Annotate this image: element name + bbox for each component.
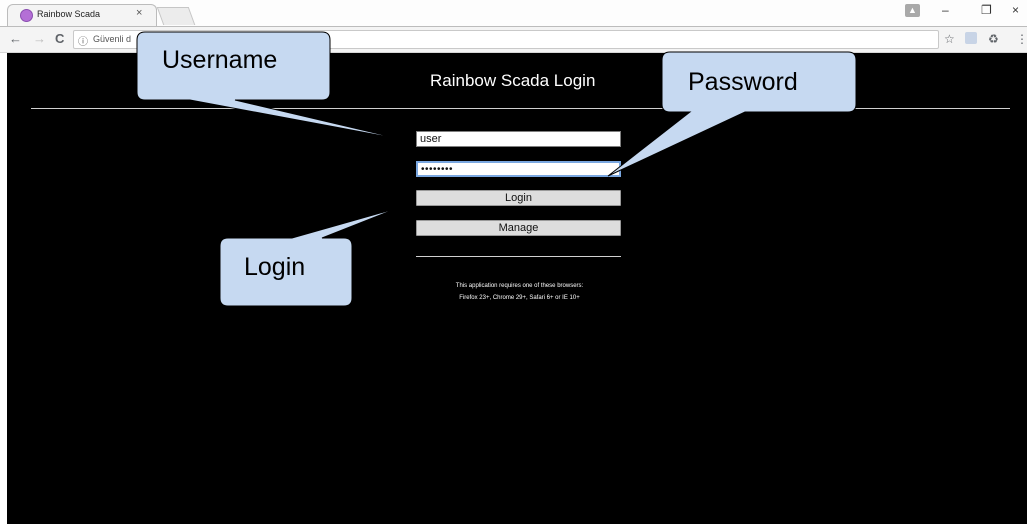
info-icon[interactable]: ⓘ bbox=[78, 33, 88, 48]
new-tab-button[interactable] bbox=[156, 7, 196, 25]
reload-icon[interactable]: C bbox=[55, 31, 64, 46]
recycle-extension-icon[interactable]: ♻ bbox=[988, 32, 999, 46]
password-input[interactable] bbox=[416, 161, 621, 177]
profile-icon[interactable]: ▲ bbox=[905, 4, 920, 17]
login-callout-label: Login bbox=[244, 253, 306, 281]
browser-toolbar: ← → C ⓘ Güvenli d ☆ ♻ ⋮ bbox=[0, 27, 1027, 53]
restore-icon[interactable]: ❐ bbox=[981, 3, 992, 17]
browser-version-text: Firefox 23+, Chrome 29+, Safari 6+ or IE… bbox=[459, 295, 580, 301]
page-title: Rainbow Scada Login bbox=[430, 71, 596, 90]
security-label: Güvenli d bbox=[93, 34, 132, 44]
forward-arrow-icon[interactable]: → bbox=[33, 31, 46, 46]
manage-button[interactable]: Manage bbox=[416, 220, 621, 236]
browser-tab[interactable]: Rainbow Scada × bbox=[7, 4, 157, 26]
minimize-icon[interactable]: – bbox=[942, 3, 949, 17]
login-page: Rainbow Scada Login Login Manage This ap… bbox=[7, 53, 1027, 524]
tab-title: Rainbow Scada bbox=[37, 9, 101, 19]
browser-requirement-text: This application requires one of these b… bbox=[455, 283, 584, 289]
browser-menu-icon[interactable]: ⋮ bbox=[1016, 32, 1027, 46]
tab-close-icon[interactable]: × bbox=[136, 7, 142, 19]
bookmark-star-icon[interactable]: ☆ bbox=[944, 32, 955, 46]
title-divider bbox=[31, 108, 1010, 109]
username-callout-label: Username bbox=[162, 46, 278, 74]
username-input[interactable] bbox=[416, 131, 621, 147]
browser-tabstrip: Rainbow Scada × ▲ – ❐ × bbox=[0, 0, 1027, 27]
back-arrow-icon[interactable]: ← bbox=[9, 31, 22, 46]
form-divider bbox=[416, 256, 621, 257]
login-button[interactable]: Login bbox=[416, 190, 621, 206]
rainbow-favicon-icon bbox=[20, 9, 33, 22]
window-close-icon[interactable]: × bbox=[1012, 3, 1019, 17]
extension-icon[interactable] bbox=[965, 32, 977, 44]
password-callout-label: Password bbox=[688, 68, 798, 96]
